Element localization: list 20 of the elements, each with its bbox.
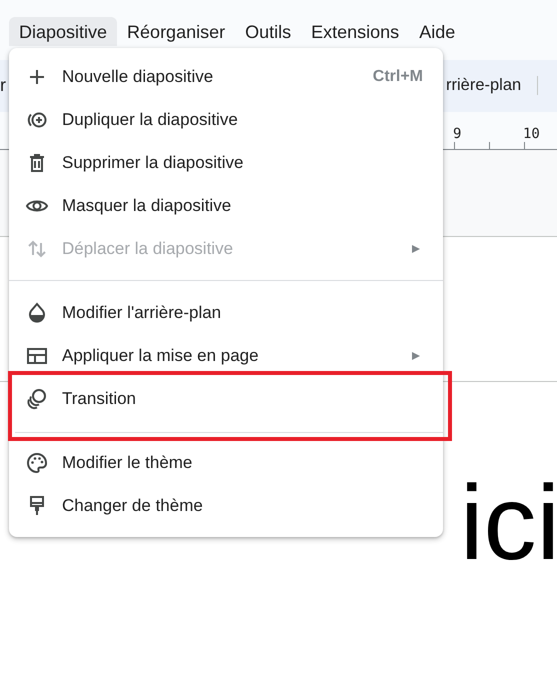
slide-placeholder-text[interactable]: ici (460, 470, 557, 576)
toolbar-button[interactable]: rrière-plan (446, 76, 538, 95)
menu-bar-item[interactable]: Extensions (301, 17, 410, 46)
menu-bar-item[interactable]: Outils (235, 17, 302, 46)
circles-icon (25, 386, 49, 410)
menu-item[interactable]: Transition (9, 377, 443, 420)
menu-bar-item[interactable]: Diapositive (9, 17, 118, 46)
menu-bar-item[interactable]: Réorganiser (117, 17, 236, 46)
shortcut-text: Ctrl+M (372, 68, 423, 86)
menu-bar-item[interactable]: Aide (409, 17, 466, 46)
menu-item[interactable]: Dupliquer la diapositive (9, 98, 443, 141)
menu-item[interactable]: Modifier le thème (9, 441, 443, 484)
menu-item[interactable]: Supprimer la diapositive (9, 141, 443, 184)
palette-icon (25, 450, 49, 474)
menu-item[interactable]: Changer de thème (9, 484, 443, 527)
menu-item[interactable]: Nouvelle diapositive Ctrl+M (9, 55, 443, 98)
menu-item[interactable]: Appliquer la mise en page (9, 334, 443, 377)
menu-item[interactable]: Masquer la diapositive (9, 184, 443, 227)
menu-item[interactable]: Modifier l'arrière-plan (9, 291, 443, 334)
toolbar-text[interactable]: r (0, 75, 6, 96)
